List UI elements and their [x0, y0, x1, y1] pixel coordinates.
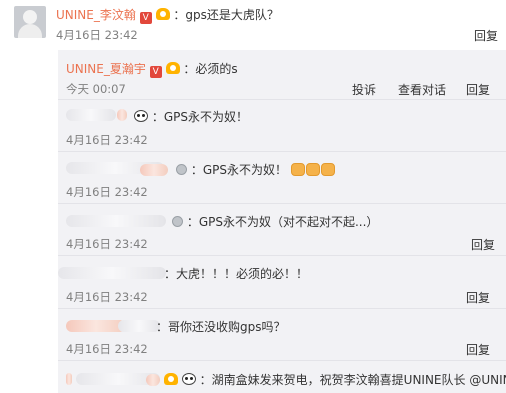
fan-badge-icon — [164, 373, 178, 385]
silver-badge-icon — [176, 164, 187, 175]
top-comment-text: ：gps还是大虎队？ — [173, 8, 279, 22]
redacted-username — [66, 373, 72, 385]
reply-3-reply-button[interactable]: 回复 — [471, 236, 495, 253]
redacted-username — [140, 164, 168, 176]
divider — [58, 203, 506, 204]
reply-4-reply-button[interactable]: 回复 — [466, 289, 490, 306]
verified-icon: V — [149, 66, 162, 78]
divider — [58, 308, 506, 309]
reply-4-line: ：大虎！！！必须的必！！ — [164, 265, 308, 282]
redacted-username — [66, 215, 166, 227]
reply-6-line: ：湖南盒妹发来贺电，祝贺李汶翰喜提UNINE队长 @UNIN — [164, 371, 506, 388]
view-conversation-button[interactable]: 查看对话 — [398, 81, 446, 98]
divider — [58, 99, 506, 100]
reply-2-text: ：GPS永不为奴！ — [190, 163, 287, 177]
report-button[interactable]: 投诉 — [352, 81, 376, 98]
redacted-username — [117, 109, 127, 121]
panda-icon — [134, 110, 148, 122]
verified-icon: V — [139, 12, 152, 24]
fist-emoji-icon — [305, 163, 320, 176]
top-comment-username[interactable]: UNINE_李汶翰 — [56, 8, 136, 22]
divider — [58, 151, 506, 152]
reply-4-text: ：大虎！！！必须的必！！ — [164, 267, 309, 281]
panda-icon — [181, 373, 196, 385]
reply-0-text: ：必须的s — [183, 62, 238, 76]
reply-1-timestamp: 4月16日 23:42 — [66, 133, 148, 147]
top-comment-reply-button[interactable]: 回复 — [474, 27, 498, 44]
reply-1-line: ：GPS永不为奴！ — [134, 108, 248, 125]
redacted-username — [58, 267, 166, 279]
reply-0-username[interactable]: UNINE_夏瀚宇 — [66, 62, 146, 76]
reply-5-line: ：哥你还没收购gps吗？ — [156, 318, 286, 335]
reply-0-timestamp: 今天 00:07 — [66, 82, 126, 96]
reply-3-line: ：GPS永不为奴（对不起对不起...） — [172, 213, 378, 230]
reply-3-timestamp: 4月16日 23:42 — [66, 237, 148, 251]
avatar-head-icon — [23, 10, 37, 24]
divider — [58, 255, 506, 256]
avatar-body-icon — [18, 24, 42, 38]
reply-3-text: ：GPS永不为奴（对不起对不起...） — [186, 215, 379, 229]
reply-6-text: ：湖南盒妹发来贺电，祝贺李汶翰喜提UNINE队长 @UNIN — [199, 373, 506, 387]
silver-badge-icon — [172, 216, 183, 227]
fist-emoji-icon — [320, 163, 335, 176]
redacted-username — [66, 109, 116, 121]
reply-2-line: ：GPS永不为奴！ — [176, 161, 336, 178]
fist-emoji-icon — [290, 163, 305, 176]
reply-2-timestamp: 4月16日 23:42 — [66, 185, 148, 199]
reply-0-reply-button[interactable]: 回复 — [466, 81, 490, 98]
redacted-username — [66, 320, 126, 332]
avatar[interactable] — [14, 6, 46, 38]
reply-4-timestamp: 4月16日 23:42 — [66, 290, 148, 304]
reply-5-timestamp: 4月16日 23:42 — [66, 342, 148, 356]
fan-badge-icon — [165, 62, 180, 74]
reply-0-line: UNINE_夏瀚宇 V ：必须的s — [66, 60, 238, 78]
reply-5-text: ：哥你还没收购gps吗？ — [156, 320, 286, 334]
top-comment-line: UNINE_李汶翰 V ：gps还是大虎队？ — [56, 6, 279, 24]
divider — [58, 360, 506, 361]
redacted-username — [118, 320, 160, 332]
redacted-username — [146, 374, 160, 386]
reply-5-reply-button[interactable]: 回复 — [466, 341, 490, 358]
fan-badge-icon — [155, 8, 170, 20]
top-comment-timestamp: 4月16日 23:42 — [56, 28, 138, 42]
reply-1-text: ：GPS永不为奴！ — [151, 110, 248, 124]
